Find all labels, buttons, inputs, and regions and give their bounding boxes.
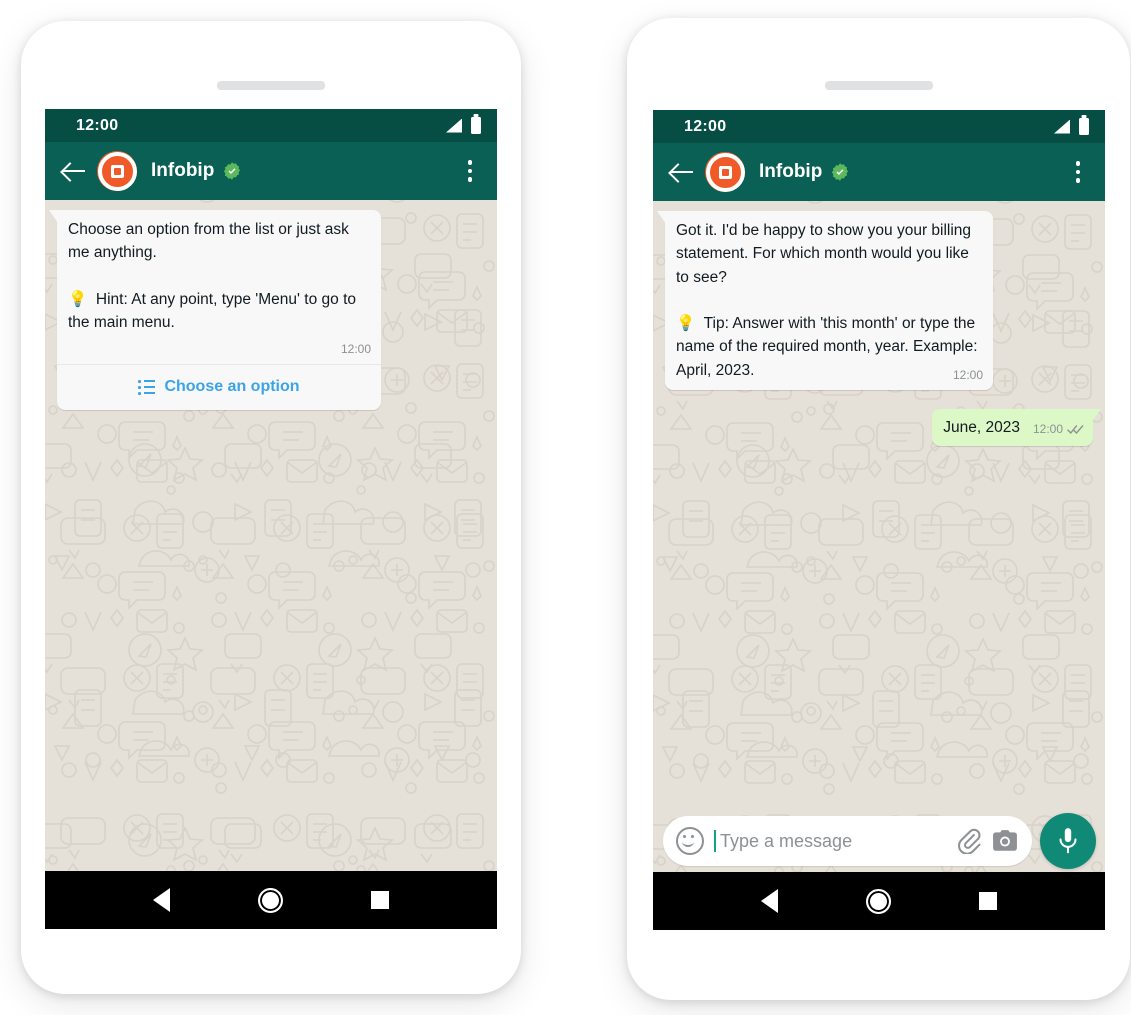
bubble-tail — [657, 211, 666, 224]
camera-icon[interactable] — [992, 829, 1018, 853]
phone-screen-right: 12:00 Infobip Got it. I'd be happy to sh… — [653, 110, 1105, 930]
status-bar-icons — [446, 117, 481, 134]
message-list: Got it. I'd be happy to show you your bi… — [653, 201, 1105, 446]
back-arrow-icon[interactable] — [61, 160, 87, 182]
message-list: Choose an option from the list or just a… — [45, 200, 497, 411]
message-meta: 12:00 — [57, 340, 381, 364]
list-icon — [138, 379, 156, 395]
battery-icon — [1079, 118, 1089, 135]
status-bar-time: 12:00 — [76, 116, 119, 134]
message-meta: 12:00 — [1033, 420, 1084, 439]
phone-device-right: 12:00 Infobip Got it. I'd be happy to sh… — [627, 18, 1130, 1000]
microphone-icon — [1059, 828, 1077, 854]
nav-back-icon[interactable] — [761, 889, 778, 913]
paperclip-icon[interactable] — [956, 828, 982, 854]
voice-record-button[interactable] — [1040, 813, 1096, 869]
chat-header: Infobip — [45, 142, 497, 200]
status-bar-icons — [1054, 118, 1089, 135]
chat-thread-right: Got it. I'd be happy to show you your bi… — [653, 201, 1105, 930]
signal-icon — [1054, 119, 1070, 134]
message-input-wrapper[interactable]: Type a message — [663, 816, 1032, 866]
infobip-avatar[interactable] — [705, 152, 745, 192]
chat-header: Infobip — [653, 143, 1105, 201]
back-arrow-icon[interactable] — [669, 161, 695, 183]
message-text: June, 2023 — [943, 418, 1020, 436]
overflow-menu-icon[interactable] — [459, 158, 481, 184]
screenshot-canvas: 12:00 Infobip Choose an option from the … — [0, 0, 1131, 1015]
contact-name[interactable]: Infobip — [759, 161, 822, 183]
contact-name[interactable]: Infobip — [151, 160, 214, 182]
earpiece-speaker — [217, 81, 325, 90]
double-check-icon — [1067, 424, 1084, 434]
message-text: Got it. I'd be happy to show you your bi… — [676, 222, 978, 379]
message-bubble-outgoing: June, 2023 12:00 — [932, 408, 1101, 446]
message-bubble-incoming: Got it. I'd be happy to show you your bi… — [657, 211, 993, 390]
overflow-menu-icon[interactable] — [1067, 159, 1089, 185]
verified-badge-icon — [832, 163, 849, 181]
message-composer: Type a message — [653, 810, 1105, 872]
earpiece-speaker — [824, 81, 933, 90]
status-bar: 12:00 — [653, 110, 1105, 143]
verified-badge-icon — [224, 162, 241, 180]
message-time: 12:00 — [1032, 422, 1063, 436]
choose-an-option-label: Choose an option — [164, 378, 300, 396]
android-nav-bar — [45, 871, 497, 929]
emoji-icon[interactable] — [676, 827, 704, 855]
nav-back-icon[interactable] — [153, 888, 170, 912]
chat-thread-left: Choose an option from the list or just a… — [45, 200, 497, 929]
nav-recent-icon[interactable] — [371, 891, 389, 909]
nav-home-icon[interactable] — [258, 887, 283, 913]
message-bubble-incoming: Choose an option from the list or just a… — [49, 210, 381, 411]
message-time: 12:00 — [952, 367, 983, 382]
phone-screen-left: 12:00 Infobip Choose an option from the … — [45, 109, 497, 929]
status-bar-time: 12:00 — [684, 117, 727, 135]
nav-recent-icon[interactable] — [979, 892, 997, 910]
status-bar: 12:00 — [45, 109, 497, 142]
bubble-tail — [1092, 408, 1101, 422]
nav-home-icon[interactable] — [866, 888, 891, 914]
signal-icon — [446, 118, 462, 133]
android-nav-bar — [653, 872, 1105, 930]
text-caret — [714, 830, 716, 852]
battery-icon — [471, 117, 481, 134]
message-text: Choose an option from the list or just a… — [68, 221, 357, 331]
message-input[interactable]: Type a message — [720, 831, 946, 852]
phone-device-left: 12:00 Infobip Choose an option from the … — [21, 21, 521, 994]
choose-an-option-button[interactable]: Choose an option — [57, 364, 381, 410]
infobip-avatar[interactable] — [97, 151, 137, 191]
message-time: 12:00 — [340, 342, 371, 357]
